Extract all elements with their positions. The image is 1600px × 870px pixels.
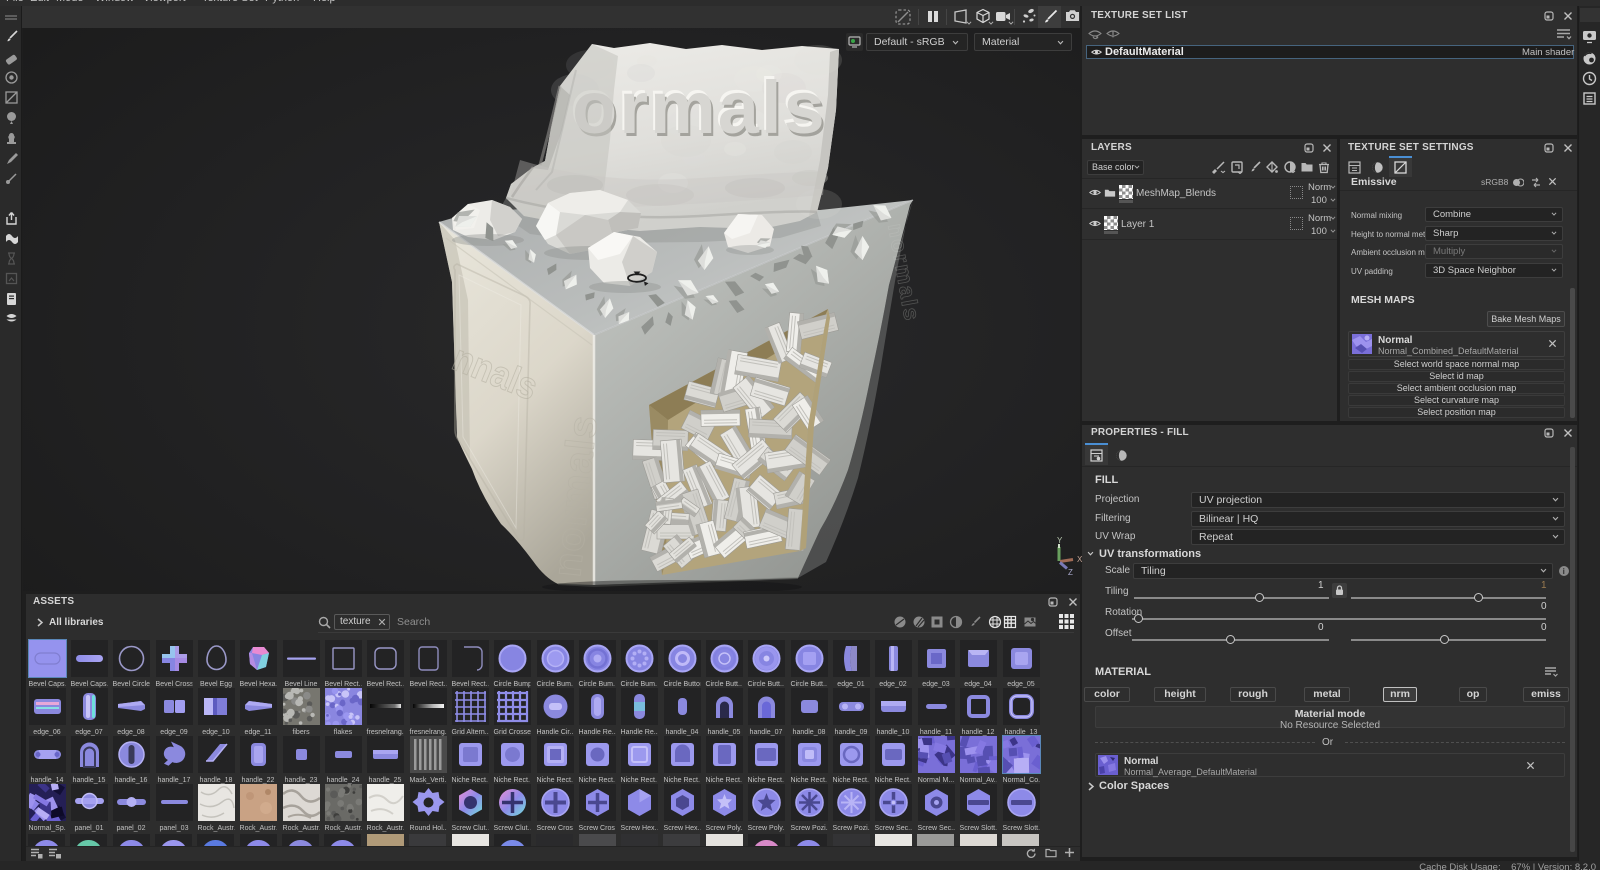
svg-text:Y: Y: [1057, 536, 1063, 545]
svg-text:Z: Z: [1068, 568, 1073, 577]
svg-text:i: i: [1563, 567, 1565, 576]
